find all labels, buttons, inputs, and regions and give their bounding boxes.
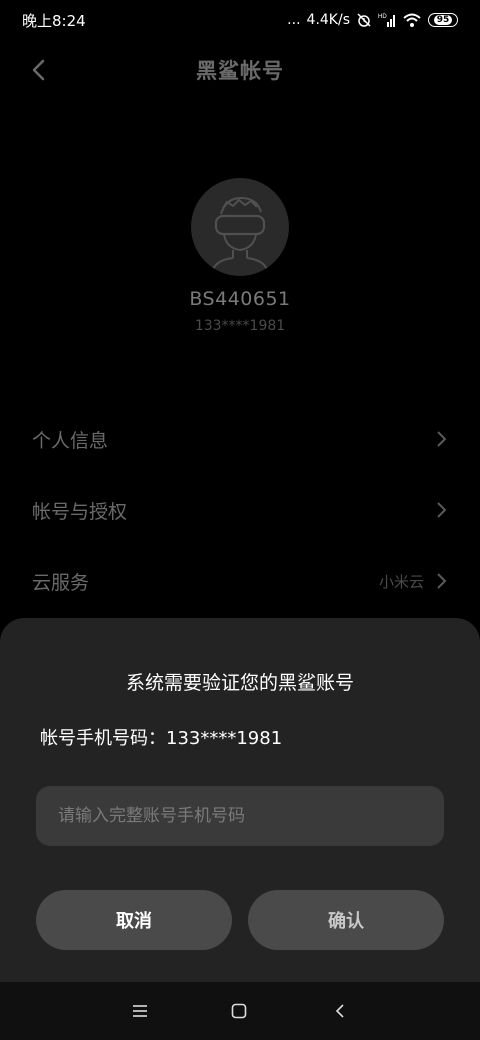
confirm-button[interactable]: 确认 xyxy=(248,890,444,950)
status-right: ... 4.4K/s HD 95 xyxy=(287,12,458,28)
menu-item-label: 云服务 xyxy=(32,571,90,594)
screen: 晚上8:24 ... 4.4K/s HD 95 黑鲨帐号 BS440651 13… xyxy=(0,0,480,1040)
phone-masked: 133****1981 xyxy=(194,318,286,334)
back-arrow-icon[interactable] xyxy=(28,58,52,82)
vr-headset-avatar-icon xyxy=(210,196,270,276)
chevron-right-icon xyxy=(434,501,448,519)
back-icon[interactable] xyxy=(329,1000,351,1022)
network-speed: 4.4K/s xyxy=(306,12,350,28)
menu-item-right xyxy=(434,501,448,519)
svg-text:HD: HD xyxy=(378,14,387,20)
battery-level: 95 xyxy=(433,15,453,25)
wifi-icon xyxy=(402,12,422,28)
signal-hd-icon: HD xyxy=(378,12,396,28)
menu-item-right: 小米云 xyxy=(379,571,448,592)
status-dots: ... xyxy=(287,12,301,28)
menu-item-right xyxy=(434,430,448,448)
status-bar: 晚上8:24 ... 4.4K/s HD 95 xyxy=(0,0,480,40)
cancel-button[interactable]: 取消 xyxy=(36,890,232,950)
menu-item-label: 个人信息 xyxy=(32,429,109,452)
page-title: 黑鲨帐号 xyxy=(196,59,284,83)
verify-dialog: 系统需要验证您的黑鲨账号 帐号手机号码：133****1981 取消 确认 xyxy=(0,618,480,982)
nav-bar xyxy=(0,982,480,1040)
menu-icon[interactable] xyxy=(129,1000,151,1022)
battery-icon: 95 xyxy=(428,13,458,27)
username: BS440651 xyxy=(189,288,291,310)
chevron-right-icon xyxy=(434,430,448,448)
menu-item-label: 帐号与授权 xyxy=(32,500,128,523)
dialog-title: 系统需要验证您的黑鲨账号 xyxy=(125,672,354,694)
chevron-right-icon xyxy=(434,572,448,590)
menu-item-cloud-service[interactable]: 云服务 小米云 xyxy=(0,553,480,609)
header: 黑鲨帐号 xyxy=(0,50,480,90)
status-time: 晚上8:24 xyxy=(22,11,86,30)
alarm-off-icon xyxy=(356,12,372,28)
phone-input[interactable] xyxy=(36,786,444,846)
dialog-phone-label: 帐号手机号码：133****1981 xyxy=(40,728,283,749)
menu-item-personal-info[interactable]: 个人信息 xyxy=(0,411,480,467)
avatar[interactable] xyxy=(191,178,289,276)
home-icon[interactable] xyxy=(228,1000,250,1022)
menu-item-value: 小米云 xyxy=(378,572,424,591)
menu-item-account-auth[interactable]: 帐号与授权 xyxy=(0,482,480,538)
